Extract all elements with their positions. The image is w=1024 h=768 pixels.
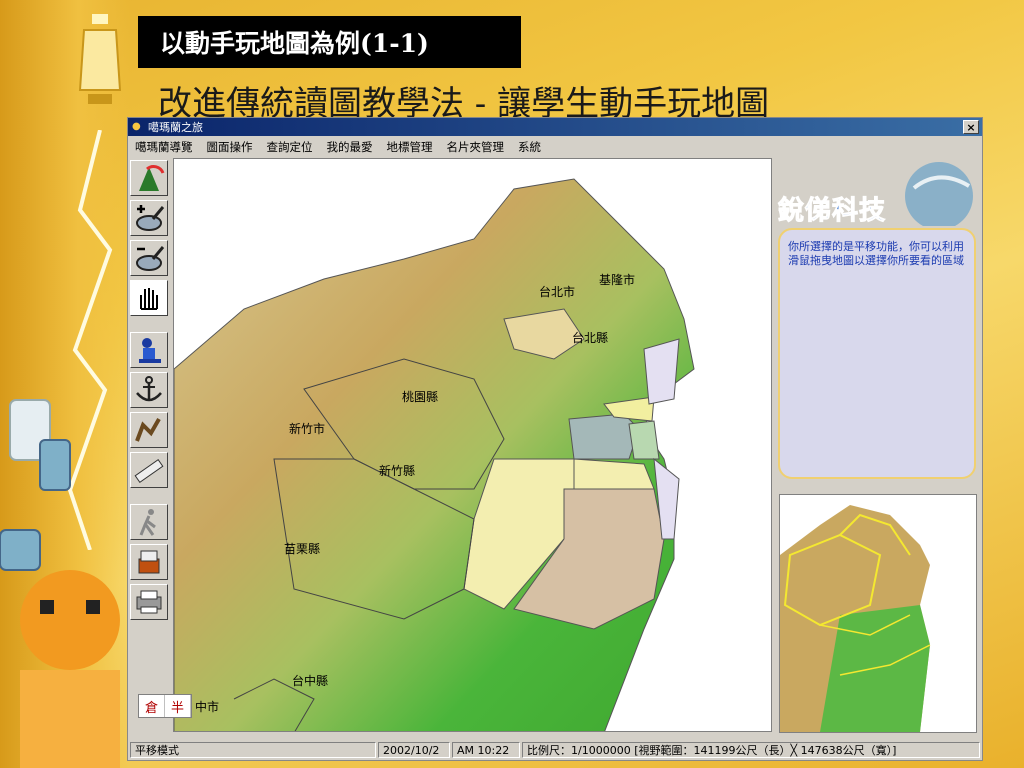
- print-button[interactable]: [130, 584, 168, 620]
- menu-item-map-ops[interactable]: 圖面操作: [200, 139, 260, 155]
- window-titlebar[interactable]: ● 噶瑪蘭之旅 ×: [128, 118, 982, 136]
- info-panel: 你所選擇的是平移功能，你可以利用滑鼠拖曳地圖以選擇你所要看的區域: [778, 228, 976, 479]
- map-label-taoyuan-county: 桃園縣: [402, 390, 439, 404]
- zoom-out-icon: [136, 246, 165, 271]
- map-label-taichung-county: 台中縣: [292, 674, 329, 688]
- ruler-button[interactable]: [130, 452, 168, 488]
- route-button[interactable]: [130, 412, 168, 448]
- ime-mode-halfwidth[interactable]: 半: [165, 695, 191, 717]
- map-label-hsinchu-city: 新竹市: [289, 422, 326, 436]
- ruler-icon: [134, 458, 164, 484]
- walker-button[interactable]: [130, 504, 168, 540]
- menu-item-landmarks[interactable]: 地標管理: [380, 139, 440, 155]
- status-scale: 比例尺：1/1000000 [視野範圍：141199公尺（長）╳ 147638公…: [522, 742, 980, 758]
- status-date: 2002/10/2: [378, 742, 450, 758]
- map-view-icon: [139, 164, 165, 191]
- status-mode: 平移模式: [130, 742, 376, 758]
- anchor-button[interactable]: [130, 372, 168, 408]
- app-window: ● 噶瑪蘭之旅 × 噶瑪蘭導覽 圖面操作 查詢定位 我的最愛 地標管理 名片夾管…: [127, 117, 983, 761]
- map-label-taichung-city: 中市: [195, 700, 220, 714]
- status-time: AM 10:22: [452, 742, 520, 758]
- menu-bar: 噶瑪蘭導覽 圖面操作 查詢定位 我的最愛 地標管理 名片夾管理 系統: [128, 137, 982, 157]
- map-label-keelung-city: 基隆市: [599, 273, 636, 287]
- robot-mascot-icon: [20, 570, 120, 768]
- app-icon: ●: [132, 121, 141, 132]
- map-label-taipei-city: 台北市: [539, 285, 576, 299]
- menu-item-favorites[interactable]: 我的最愛: [320, 139, 380, 155]
- card-file-icon: [138, 550, 160, 574]
- slide-title: 以動手玩地圖為例(1-1): [138, 16, 521, 68]
- menu-item-tour[interactable]: 噶瑪蘭導覽: [128, 139, 200, 155]
- company-logo: 銳俤科技: [774, 158, 982, 230]
- terrain-map: [174, 178, 695, 731]
- route-icon: [135, 418, 161, 442]
- walker-icon: [139, 509, 156, 536]
- close-button[interactable]: ×: [963, 120, 979, 134]
- map-label-miaoli-county: 苗栗縣: [284, 542, 321, 556]
- ime-indicator[interactable]: 倉 半: [138, 694, 192, 718]
- overview-map[interactable]: [779, 494, 977, 733]
- landmark-button[interactable]: [130, 332, 168, 368]
- landmark-icon: [139, 338, 161, 363]
- ime-mode-cangjie[interactable]: 倉: [139, 695, 165, 717]
- zoom-out-button[interactable]: [130, 240, 168, 276]
- map-label-hsinchu-county: 新竹縣: [379, 464, 416, 478]
- card-file-button[interactable]: [130, 544, 168, 580]
- logo-text: 銳俤科技: [777, 196, 887, 227]
- menu-item-search[interactable]: 查詢定位: [260, 139, 320, 155]
- map-view-button[interactable]: [130, 160, 168, 196]
- menu-item-system[interactable]: 系統: [511, 139, 548, 155]
- window-title: 噶瑪蘭之旅: [148, 121, 203, 134]
- map-label-taipei-county: 台北縣: [572, 331, 609, 345]
- anchor-icon: [136, 376, 162, 402]
- menu-item-cards[interactable]: 名片夾管理: [440, 139, 512, 155]
- main-map[interactable]: 台北市 基隆市 台北縣 桃園縣 新竹市 新竹縣 苗栗縣 台中縣 中市: [173, 158, 772, 732]
- zoom-in-icon: [136, 205, 165, 231]
- overview-terrain: [780, 505, 931, 732]
- pan-hand-icon: [140, 288, 158, 310]
- tool-palette: [128, 160, 172, 630]
- status-bar: 平移模式 2002/10/2 AM 10:22 比例尺：1/1000000 [視…: [128, 740, 982, 760]
- lamp-icon: [78, 14, 122, 104]
- plug-icon: [0, 399, 71, 571]
- printer-icon: [136, 590, 162, 614]
- pan-button[interactable]: [130, 280, 168, 316]
- zoom-in-button[interactable]: [130, 200, 168, 236]
